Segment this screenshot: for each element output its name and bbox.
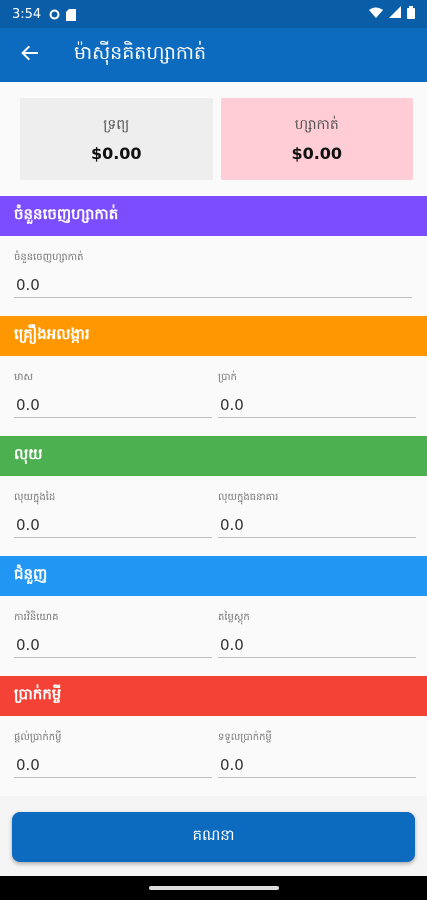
cash-in-hand-label: លុយក្នុងដៃ: [14, 492, 56, 503]
zakat-value: $0.00: [291, 144, 343, 163]
wealth-label: ទ្រព្យ: [103, 117, 130, 133]
stock-value-label: តម្លៃស្តុក: [218, 612, 250, 623]
calculate-button[interactable]: គណនា: [12, 812, 415, 862]
nisab-field: ចំនួនចេញហ្សាកាត់: [14, 236, 412, 316]
gold-input[interactable]: [14, 388, 212, 418]
section-header: ជំនួញ: [0, 556, 427, 596]
cash-in-hand-field: លុយក្នុងដៃ: [14, 476, 212, 556]
loan-given-input[interactable]: [14, 748, 212, 778]
investment-input[interactable]: [14, 628, 212, 658]
app-bar: ម៉ាស៊ីនគិតហ្សាកាត់: [0, 28, 427, 82]
wealth-card: ទ្រព្យ $0.00: [20, 98, 213, 180]
signal-icon: [389, 6, 401, 22]
nisab-input[interactable]: [14, 268, 412, 298]
gold-field: មាស: [14, 356, 212, 436]
sd-card-icon: [66, 8, 77, 21]
investment-field: ការវិនិយោគ: [14, 596, 212, 676]
silver-field-label: ប្រាក់: [218, 372, 237, 383]
zakat-label: ហ្សាកាត់: [294, 117, 339, 133]
loan-given-label: ផ្តល់ប្រាក់កម្ចី: [14, 732, 62, 743]
wifi-icon: [369, 7, 383, 22]
section-body: ការវិនិយោគ តម្លៃស្តុក: [0, 596, 427, 676]
section-body: ចំនួនចេញហ្សាកាត់: [0, 236, 427, 316]
section-nisab: ចំនួនចេញហ្សាកាត់ ចំនួនចេញហ្សាកាត់: [0, 196, 427, 316]
system-nav-bar: [0, 876, 427, 900]
status-time: 3:54: [12, 6, 42, 22]
app-title: ម៉ាស៊ីនគិតហ្សាកាត់: [74, 42, 207, 64]
section-header: ចំនួនចេញហ្សាកាត់: [0, 196, 427, 236]
cash-in-bank-label: លុយក្នុងធនាគារ: [218, 492, 279, 503]
cash-in-hand-input[interactable]: [14, 508, 212, 538]
zakat-card: ហ្សាកាត់ $0.00: [220, 98, 413, 180]
bottom-action-area: គណនា: [0, 798, 427, 876]
section-header: ប្រាក់កម្ចី: [0, 676, 427, 716]
status-bar: 3:54: [0, 0, 427, 28]
loan-received-field: ទទួលប្រាក់កម្ចី: [218, 716, 416, 796]
section-cash: លុយ លុយក្នុងដៃ លុយក្នុងធនាគារ: [0, 436, 427, 556]
nisab-field-label: ចំនួនចេញហ្សាកាត់: [14, 252, 84, 263]
settings-icon: [49, 9, 60, 20]
silver-input[interactable]: [218, 388, 416, 418]
battery-icon: [407, 5, 415, 23]
investment-label: ការវិនិយោគ: [14, 612, 59, 623]
loan-given-field: ផ្តល់ប្រាក់កម្ចី: [14, 716, 212, 796]
section-body: មាស ប្រាក់: [0, 356, 427, 436]
stock-value-field: តម្លៃស្តុក: [218, 596, 416, 676]
loan-received-input[interactable]: [218, 748, 416, 778]
section-body: លុយក្នុងដៃ លុយក្នុងធនាគារ: [0, 476, 427, 556]
silver-field: ប្រាក់: [218, 356, 416, 436]
cash-in-bank-input[interactable]: [218, 508, 416, 538]
section-business: ជំនួញ ការវិនិយោគ តម្លៃស្តុក: [0, 556, 427, 676]
arrow-back-icon: [20, 43, 40, 67]
section-jewelry: គ្រឿងអលង្ការ មាស ប្រាក់: [0, 316, 427, 436]
summary-panel: ទ្រព្យ $0.00 ហ្សាកាត់ $0.00: [0, 82, 427, 196]
cash-in-bank-field: លុយក្នុងធនាគារ: [218, 476, 416, 556]
section-body: ផ្តល់ប្រាក់កម្ចី ទទួលប្រាក់កម្ចី: [0, 716, 427, 796]
section-header: លុយ: [0, 436, 427, 476]
stock-value-input[interactable]: [218, 628, 416, 658]
section-header: គ្រឿងអលង្ការ: [0, 316, 427, 356]
wealth-value: $0.00: [90, 144, 142, 163]
gold-field-label: មាស: [14, 372, 34, 383]
home-gesture-handle[interactable]: [148, 886, 279, 890]
section-loans: ប្រាក់កម្ចី ផ្តល់ប្រាក់កម្ចី ទទួលប្រាក់ក…: [0, 676, 427, 796]
loan-received-label: ទទួលប្រាក់កម្ចី: [218, 732, 272, 743]
back-button[interactable]: [0, 28, 60, 82]
